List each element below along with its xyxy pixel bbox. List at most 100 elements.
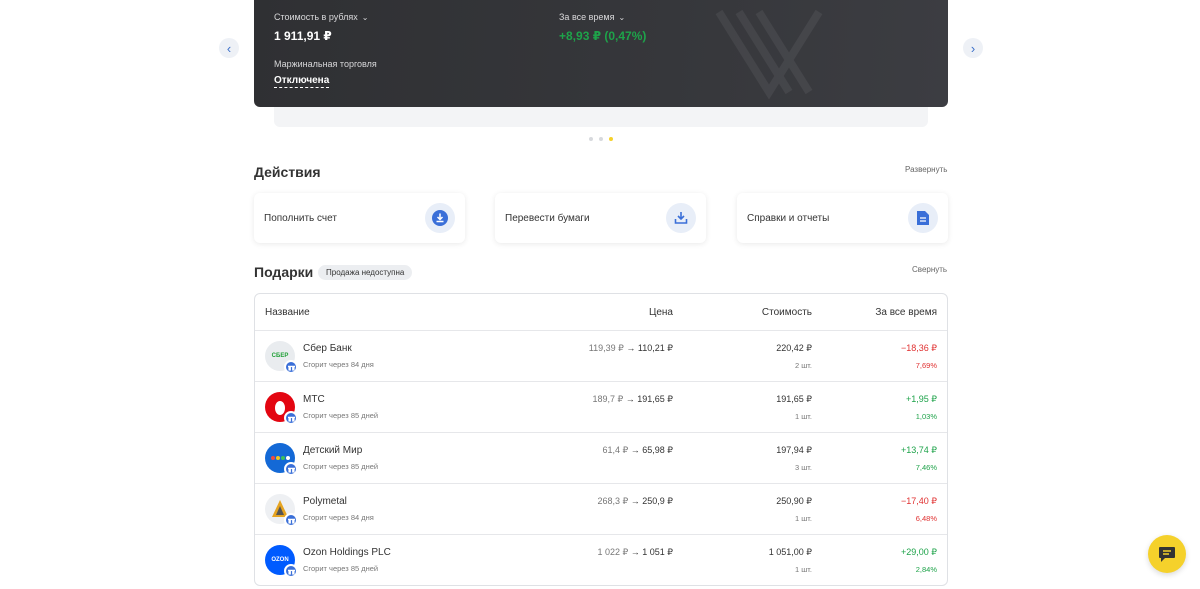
cost-value: 220,42 ₽ xyxy=(776,343,812,353)
price-new: 1 051 ₽ xyxy=(642,547,673,557)
period-change: +8,93 ₽ (0,47%) xyxy=(559,29,647,43)
portfolio-carousel: ‹ › Стоимость в рублях ⌄ 1 911,91 ₽ За в… xyxy=(0,0,1200,150)
expiry-text: Сгорит через 84 дня xyxy=(303,513,374,522)
margin-status-link[interactable]: Отключена xyxy=(274,75,330,88)
chevron-left-icon: ‹ xyxy=(226,40,232,56)
table-row[interactable]: Polymetal Сгорит через 84 дня 268,3 ₽ → 25… xyxy=(255,484,947,535)
value-label: Стоимость в рублях xyxy=(274,12,358,22)
all-time-percent: 1,03% xyxy=(915,412,937,421)
table-row[interactable]: OZON Ozon Holdings PLC Сгорит через 85 дне… xyxy=(255,535,947,585)
quantity: 1 шт. xyxy=(795,565,812,574)
period-field: За все время ⌄ +8,93 ₽ (0,47%) xyxy=(559,12,646,43)
cost-value: 197,94 ₽ xyxy=(776,445,812,455)
company-logo xyxy=(265,392,298,425)
cost-value: 1 051,00 ₽ xyxy=(768,547,812,557)
expand-actions-link[interactable]: Развернуть xyxy=(905,165,947,174)
action-deposit[interactable]: Пополнить счет xyxy=(254,193,465,243)
period-label: За все время xyxy=(559,12,615,22)
download-icon xyxy=(425,203,455,233)
carousel-prev-button[interactable]: ‹ xyxy=(219,38,239,58)
arrow-right-icon: → xyxy=(630,496,640,506)
chat-icon xyxy=(1159,546,1175,562)
price-new: 65,98 ₽ xyxy=(642,445,673,455)
gift-icon xyxy=(284,564,298,578)
cost-value: 191,65 ₽ xyxy=(776,394,812,404)
carousel-next-button[interactable]: › xyxy=(963,38,983,58)
expiry-text: Сгорит через 85 дней xyxy=(303,564,379,573)
company-logo: СБЕР xyxy=(265,341,298,374)
all-time-change: +13,74 ₽ xyxy=(900,445,937,455)
all-time-change: −18,36 ₽ xyxy=(900,343,937,353)
price-change: 189,7 ₽ → 191,65 ₽ xyxy=(592,394,673,405)
gift-icon xyxy=(284,360,298,374)
chevron-down-icon: ⌄ xyxy=(618,12,626,22)
action-reports[interactable]: Справки и отчеты xyxy=(737,193,948,243)
action-label: Перевести бумаги xyxy=(505,212,590,224)
price-new: 110,21 ₽ xyxy=(637,343,673,353)
cost-value: 250,90 ₽ xyxy=(776,496,812,506)
security-name: МТС xyxy=(303,394,325,405)
all-time-percent: 7,46% xyxy=(915,463,937,472)
gifts-table: Название Цена Стоимость За все время СБЕ… xyxy=(254,293,948,586)
sale-unavailable-badge: Продажа недоступна xyxy=(318,265,413,280)
action-label: Справки и отчеты xyxy=(747,212,830,224)
table-row[interactable]: МТС Сгорит через 85 дней 189,7 ₽ → 191,65 … xyxy=(255,382,947,433)
column-name-header[interactable]: Название xyxy=(265,307,310,318)
gifts-title: Подарки xyxy=(254,264,314,280)
portfolio-summary-card: Стоимость в рублях ⌄ 1 911,91 ₽ За все в… xyxy=(254,0,948,107)
price-new: 191,65 ₽ xyxy=(637,394,673,404)
company-logo xyxy=(265,494,298,527)
quantity: 3 шт. xyxy=(795,463,812,472)
column-price-header[interactable]: Цена xyxy=(649,307,673,318)
company-logo xyxy=(265,443,298,476)
carousel-dot-active[interactable] xyxy=(609,137,613,141)
price-new: 250,9 ₽ xyxy=(642,496,673,506)
expiry-text: Сгорит через 85 дней xyxy=(303,462,379,471)
carousel-dot[interactable] xyxy=(589,137,593,141)
all-time-change: +1,95 ₽ xyxy=(906,394,937,404)
carousel-pagination xyxy=(589,137,613,141)
price-change: 119,39 ₽ → 110,21 ₽ xyxy=(589,343,673,354)
action-transfer-securities[interactable]: Перевести бумаги xyxy=(495,193,706,243)
table-row[interactable]: Детский Мир Сгорит через 85 дней 61,4 ₽ → … xyxy=(255,433,947,484)
price-old: 61,4 ₽ xyxy=(602,445,629,455)
arrow-right-icon: → xyxy=(625,394,635,404)
gift-icon xyxy=(284,462,298,476)
card-watermark xyxy=(715,9,823,100)
margin-label: Маржинальная торговля xyxy=(274,59,377,69)
carousel-dot[interactable] xyxy=(599,137,603,141)
arrow-right-icon: → xyxy=(630,445,640,455)
price-old: 189,7 ₽ xyxy=(592,394,624,404)
chat-button[interactable] xyxy=(1148,535,1186,573)
column-cost-header[interactable]: Стоимость xyxy=(762,307,812,318)
portfolio-value: 1 911,91 ₽ xyxy=(274,29,332,43)
security-name: Ozon Holdings PLC xyxy=(303,547,391,558)
security-name: Детский Мир xyxy=(303,445,363,456)
margin-field: Маржинальная торговля Отключена xyxy=(274,59,377,88)
expiry-text: Сгорит через 84 дня xyxy=(303,360,374,369)
gift-icon xyxy=(284,411,298,425)
price-change: 61,4 ₽ → 65,98 ₽ xyxy=(602,445,673,456)
chevron-right-icon: › xyxy=(970,40,976,56)
arrow-right-icon: → xyxy=(630,547,640,557)
period-selector[interactable]: За все время ⌄ xyxy=(559,12,646,22)
transfer-in-icon xyxy=(666,203,696,233)
quantity: 2 шт. xyxy=(795,361,812,370)
all-time-percent: 6,48% xyxy=(915,514,937,523)
price-old: 268,3 ₽ xyxy=(597,496,629,506)
column-all-time-header[interactable]: За все время xyxy=(875,307,937,318)
price-old: 119,39 ₽ xyxy=(588,343,624,353)
value-selector[interactable]: Стоимость в рублях ⌄ xyxy=(274,12,368,22)
security-name: Polymetal xyxy=(303,496,347,507)
quantity: 1 шт. xyxy=(795,514,812,523)
all-time-percent: 7,69% xyxy=(915,361,937,370)
all-time-percent: 2,84% xyxy=(915,565,937,574)
table-row[interactable]: СБЕР Сбер Банк Сгорит через 84 дня 119,39 ₽… xyxy=(255,331,947,382)
arrow-right-icon: → xyxy=(626,343,636,353)
value-field: Стоимость в рублях ⌄ 1 911,91 ₽ xyxy=(274,12,368,43)
security-name: Сбер Банк xyxy=(303,343,352,354)
collapse-gifts-link[interactable]: Свернуть xyxy=(912,265,947,274)
price-old: 1 022 ₽ xyxy=(597,547,629,557)
chevron-down-icon: ⌄ xyxy=(361,12,369,22)
price-change: 268,3 ₽ → 250,9 ₽ xyxy=(597,496,673,507)
